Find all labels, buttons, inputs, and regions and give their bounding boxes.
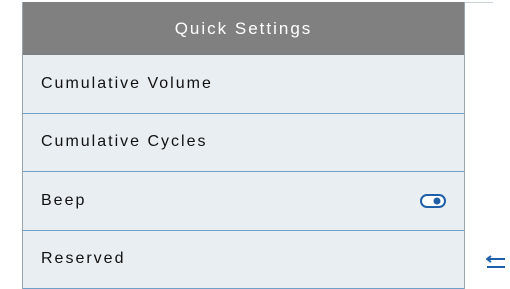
list-item-cumulative-volume[interactable]: Cumulative Volume xyxy=(23,55,464,114)
list-item-reserved[interactable]: Reserved xyxy=(23,231,464,289)
quick-settings-screen: Quick Settings Cumulative Volume Cumulat… xyxy=(0,0,510,289)
panel-header: Quick Settings xyxy=(23,2,464,55)
top-divider xyxy=(463,2,493,3)
list-item-label: Cumulative Volume xyxy=(41,74,213,92)
toggle-icon xyxy=(420,193,446,208)
settings-panel: Quick Settings Cumulative Volume Cumulat… xyxy=(22,2,465,289)
list-item-label: Cumulative Cycles xyxy=(41,133,208,151)
back-arrow-icon xyxy=(486,255,505,268)
list-item-cumulative-cycles[interactable]: Cumulative Cycles xyxy=(23,114,464,172)
beep-toggle[interactable] xyxy=(420,193,446,208)
back-button[interactable] xyxy=(485,253,507,271)
list-item-label: Reserved xyxy=(41,250,126,268)
list-item-beep[interactable]: Beep xyxy=(23,172,464,231)
list-item-label: Beep xyxy=(41,191,87,209)
page-title: Quick Settings xyxy=(174,18,313,38)
